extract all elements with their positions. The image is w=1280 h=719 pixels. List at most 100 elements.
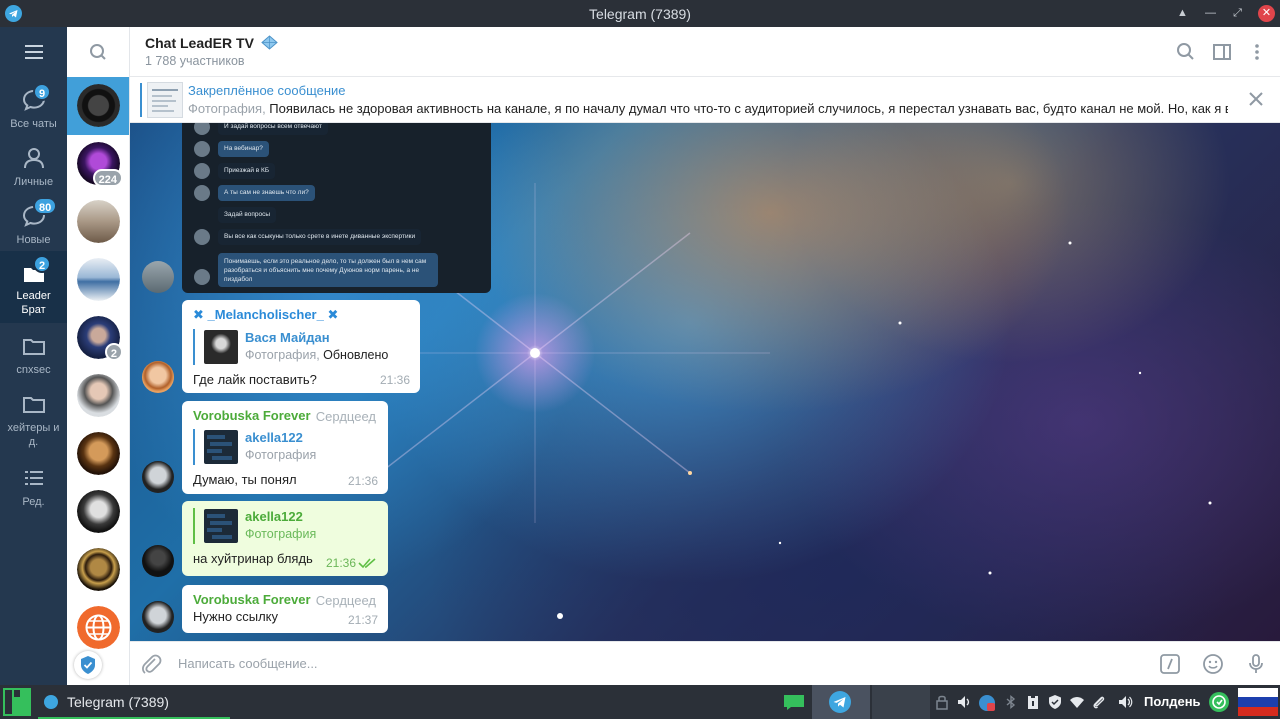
message-time: 21:37: [347, 613, 378, 627]
document-preview-icon: [152, 89, 178, 112]
message-bubble[interactable]: Vorobuska Forever Сердцеед akella122 Фот…: [182, 401, 388, 494]
attach-button[interactable]: [140, 652, 162, 676]
folder-unread-badge: 9: [33, 83, 52, 101]
minimize-button[interactable]: —: [1202, 5, 1219, 22]
more-vertical-icon: [1255, 44, 1259, 60]
message-avatar[interactable]: [142, 461, 174, 493]
voice-record-button[interactable]: [1245, 653, 1267, 675]
chat-title[interactable]: Chat LeadER TV: [145, 35, 278, 51]
image-text: И задай вопросы всем отвечают: [218, 123, 328, 135]
folder-label: Leader Брат: [16, 290, 51, 316]
bluetooth-icon[interactable]: [1003, 694, 1019, 710]
message-avatar[interactable]: [142, 545, 174, 577]
folder-new[interactable]: 80 Новые: [0, 197, 67, 255]
unread-badge: 224: [92, 169, 123, 187]
folder-personal[interactable]: Личные: [0, 139, 67, 197]
unpin-button[interactable]: [1246, 89, 1266, 109]
shield-tray-icon[interactable]: [1047, 694, 1063, 710]
speaker-icon[interactable]: [1117, 694, 1133, 710]
image-message[interactable]: И задай вопросы всем отвечают На вебинар…: [182, 123, 491, 293]
bot-commands-button[interactable]: [1159, 653, 1181, 675]
telegram-tray-button[interactable]: [812, 685, 870, 719]
power-icon[interactable]: [1208, 691, 1230, 713]
message-sender[interactable]: ✖ _Melancholischer_ ✖: [193, 307, 409, 323]
message-input[interactable]: Написать сообщение...: [178, 656, 318, 671]
folder-rail: 9 Все чаты Личные 80 Новые 2 Leader Брат…: [0, 27, 67, 685]
chat-row[interactable]: [67, 425, 129, 483]
avatar: [77, 374, 120, 417]
message-area[interactable]: И задай вопросы всем отвечают На вебинар…: [130, 123, 1280, 641]
attachment-tray-icon[interactable]: [1091, 694, 1107, 710]
maximize-button[interactable]: ⤢: [1229, 5, 1246, 22]
message-bubble[interactable]: ✖ _Melancholischer_ ✖ Вася Майдан Фотогр…: [182, 300, 420, 393]
empty-tray-slot[interactable]: [872, 685, 930, 719]
reply-thumbnail: [204, 509, 238, 543]
chat-row[interactable]: [67, 541, 129, 599]
message-avatar[interactable]: [142, 601, 174, 633]
telegram-icon: [44, 695, 58, 709]
avatar: [77, 258, 120, 301]
header-search-button[interactable]: [1174, 40, 1198, 64]
chat-row[interactable]: [67, 367, 129, 425]
lock-icon[interactable]: [934, 694, 950, 710]
chat-row[interactable]: 2: [67, 309, 129, 367]
volume-icon[interactable]: [956, 694, 972, 710]
sidebar-panel-icon: [1213, 44, 1231, 60]
pinned-text: Появилась не здоровая активность на кана…: [269, 101, 1228, 116]
chat-row[interactable]: [67, 77, 129, 135]
folder-label: Личные: [13, 176, 54, 188]
message-bubble[interactable]: Vorobuska Forever Сердцеед Нужно ссылку …: [182, 585, 388, 633]
pinned-message-bar[interactable]: Закреплённое сообщение Фотография, Появи…: [130, 77, 1280, 123]
smile-icon: [1203, 654, 1223, 674]
keyboard-layout-flag-icon[interactable]: [1238, 688, 1278, 716]
edit-list-icon: [25, 471, 43, 485]
folder-haters[interactable]: хейтеры и д.: [0, 385, 67, 451]
more-options-button[interactable]: [1245, 40, 1269, 64]
main-menu-button[interactable]: [0, 37, 67, 67]
sidebar-toggle-button[interactable]: [1210, 40, 1234, 64]
message-time: 21:36: [347, 474, 378, 488]
chat-row[interactable]: [67, 599, 129, 657]
message-avatar[interactable]: [142, 261, 174, 293]
chat-row[interactable]: [67, 251, 129, 309]
reply-author: akella122: [245, 509, 303, 524]
reply-preview[interactable]: akella122 Фотография: [193, 508, 377, 544]
reply-caption: Обновлено: [323, 348, 389, 362]
chat-search-button[interactable]: [67, 27, 130, 77]
keep-above-icon[interactable]: ▲: [1174, 5, 1191, 22]
pinned-accent-bar: [140, 83, 142, 117]
reply-text: Фотография: [245, 527, 317, 541]
chat-app-tray-icon[interactable]: [783, 694, 805, 710]
own-message-bubble[interactable]: akella122 Фотография на хуйтринар блядь …: [182, 501, 388, 576]
image-text: Задай вопросы: [218, 207, 277, 223]
chat-row[interactable]: [67, 193, 129, 251]
image-text: Приезжай в КБ: [218, 163, 276, 179]
telegram-icon: [829, 691, 851, 713]
start-menu-button[interactable]: [3, 688, 31, 716]
shield-check-button[interactable]: [74, 651, 102, 679]
avatar: [77, 84, 120, 127]
shield-check-icon: [81, 656, 95, 674]
reply-preview[interactable]: akella122 Фотография: [193, 429, 377, 465]
taskbar-task-telegram[interactable]: Telegram (7389): [38, 685, 230, 719]
chat-row[interactable]: 224: [67, 135, 129, 193]
emoji-button[interactable]: [1202, 653, 1224, 675]
wifi-icon[interactable]: [1069, 694, 1085, 710]
folder-leader-brat[interactable]: 2 Leader Брат: [0, 251, 67, 323]
chat-row[interactable]: [67, 483, 129, 541]
update-notifier-icon[interactable]: [978, 694, 995, 711]
pinned-thumbnail: [147, 82, 183, 118]
chat-list: 224 2: [67, 27, 130, 685]
taskbar-clock[interactable]: Полдень: [1144, 694, 1201, 709]
folder-cnxsec[interactable]: cnxsec: [0, 327, 67, 385]
close-window-button[interactable]: ✕: [1258, 5, 1275, 22]
image-text: На вебинар?: [218, 141, 269, 157]
message-avatar[interactable]: [142, 361, 174, 393]
reply-media-label: Фотография,: [245, 348, 324, 362]
image-text: Понимаешь, если это реальное дело, то ты…: [218, 253, 438, 287]
reply-preview[interactable]: Вася Майдан Фотография, Обновлено: [193, 329, 409, 365]
folder-label: хейтеры и д.: [7, 422, 60, 448]
folder-edit[interactable]: Ред.: [0, 459, 67, 517]
folder-all-chats[interactable]: 9 Все чаты: [0, 81, 67, 139]
clipboard-icon[interactable]: [1025, 694, 1041, 710]
